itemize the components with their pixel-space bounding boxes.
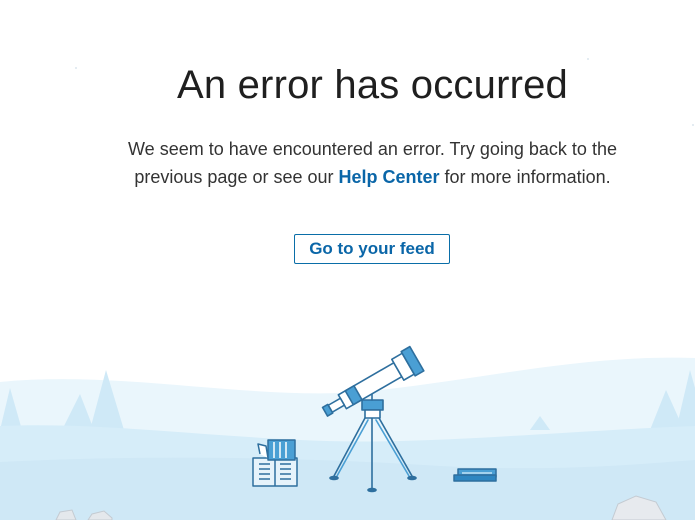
page-title: An error has occurred — [176, 63, 569, 107]
telescope-illustration — [0, 345, 695, 520]
error-message: We seem to have encountered an error. Tr… — [100, 135, 645, 191]
go-to-feed-button[interactable]: Go to your feed — [294, 234, 450, 264]
error-message-text-end: for more information. — [439, 167, 611, 187]
decor-dot — [692, 124, 694, 126]
error-page: An error has occurred We seem to have en… — [0, 0, 695, 520]
book-icon — [252, 439, 298, 487]
tablet-icon — [453, 468, 497, 482]
help-center-link[interactable]: Help Center — [339, 167, 440, 187]
